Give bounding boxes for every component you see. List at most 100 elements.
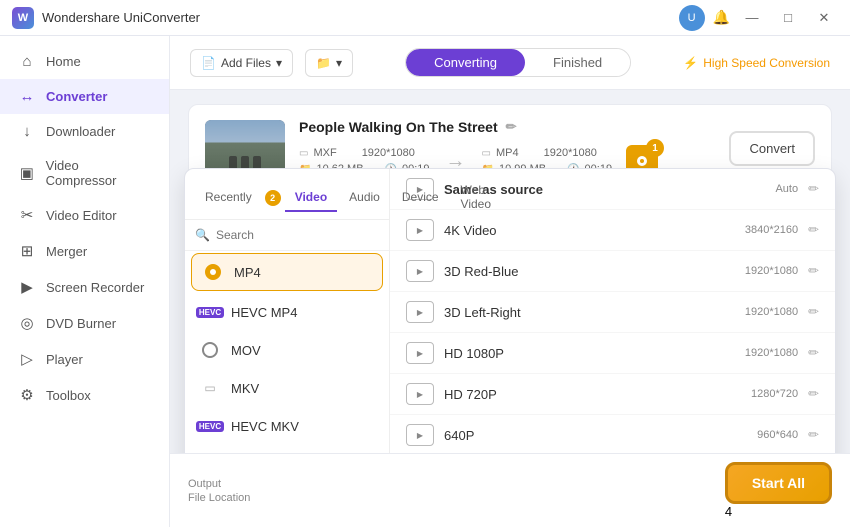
tab-web-video[interactable]: Web Video bbox=[451, 177, 501, 219]
quality-edit-hd-720p[interactable]: ✏ bbox=[808, 386, 819, 402]
sidebar-item-screen-recorder[interactable]: ▶ Screen Recorder bbox=[0, 269, 169, 305]
user-avatar[interactable]: U bbox=[679, 5, 705, 31]
quality-res-640p: 960*640 bbox=[757, 429, 798, 441]
quality-label-4k: 4K Video bbox=[444, 223, 745, 238]
file-location-text: File Location bbox=[188, 492, 250, 504]
video-title-row: People Walking On The Street ✏ bbox=[299, 119, 715, 135]
3d-left-right-icon: ▶ bbox=[406, 301, 434, 323]
tab-device[interactable]: Device bbox=[392, 184, 449, 212]
sidebar: ⌂ Home ↔ Converter ↓ Downloader ▣ Video … bbox=[0, 36, 170, 527]
start-all-button[interactable]: Start All bbox=[725, 462, 832, 504]
quality-edit-640p[interactable]: ✏ bbox=[808, 427, 819, 443]
format-left-panel: Recently 2 Video Audio Device Web Video … bbox=[185, 169, 390, 453]
sidebar-item-player[interactable]: ▷ Player bbox=[0, 341, 169, 377]
close-button[interactable]: ✕ bbox=[810, 7, 838, 29]
tab-finished[interactable]: Finished bbox=[525, 49, 630, 76]
bottom-bar: Output File Location Start All 4 bbox=[170, 453, 850, 527]
convert-button[interactable]: Convert bbox=[729, 131, 815, 166]
add-files-label: Add Files bbox=[221, 56, 271, 70]
minimize-button[interactable]: — bbox=[738, 7, 766, 29]
sidebar-item-home[interactable]: ⌂ Home bbox=[0, 44, 169, 79]
format-label-mp4: MP4 bbox=[234, 265, 261, 280]
add-folder-button[interactable]: 📁 ▾ bbox=[305, 49, 353, 77]
sidebar-label-downloader: Downloader bbox=[46, 124, 115, 139]
sidebar-label-player: Player bbox=[46, 352, 83, 367]
format-item-mkv[interactable]: ▭ MKV bbox=[185, 369, 389, 407]
sidebar-label-video-compressor: Video Compressor bbox=[46, 158, 151, 188]
hevc-mp4-icon: HEVC bbox=[199, 301, 221, 323]
sidebar-item-video-editor[interactable]: ✂ Video Editor bbox=[0, 197, 169, 233]
quality-res-hd-720p: 1280*720 bbox=[751, 388, 798, 400]
format-search-box: 🔍 bbox=[185, 220, 389, 251]
quality-edit-hd-1080p[interactable]: ✏ bbox=[808, 345, 819, 361]
quality-item-hd-720p[interactable]: ▶ HD 720P 1280*720 ✏ bbox=[390, 374, 835, 415]
source-format-row: ▭ MXF 1920*1080 bbox=[299, 147, 430, 159]
home-icon: ⌂ bbox=[18, 53, 36, 70]
app-icon: W bbox=[12, 7, 34, 29]
format-label-mov: MOV bbox=[231, 343, 261, 358]
hd-1080p-icon: ▶ bbox=[406, 342, 434, 364]
sidebar-item-toolbox[interactable]: ⚙ Toolbox bbox=[0, 377, 169, 413]
source-format: MXF bbox=[313, 147, 336, 159]
4k-icon: ▶ bbox=[406, 219, 434, 241]
recently-badge: 2 bbox=[265, 190, 281, 206]
quality-item-640p[interactable]: ▶ 640P 960*640 ✏ bbox=[390, 415, 835, 453]
format-item-mov[interactable]: MOV bbox=[185, 331, 389, 369]
converter-icon: ↔ bbox=[18, 88, 36, 105]
output-text: Output bbox=[188, 478, 221, 490]
add-files-icon: 📄 bbox=[201, 56, 216, 70]
quality-edit-3d-red-blue[interactable]: ✏ bbox=[808, 263, 819, 279]
quality-item-3d-left-right[interactable]: ▶ 3D Left-Right 1920*1080 ✏ bbox=[390, 292, 835, 333]
sidebar-item-downloader[interactable]: ↓ Downloader bbox=[0, 114, 169, 149]
sidebar-item-video-compressor[interactable]: ▣ Video Compressor bbox=[0, 149, 169, 197]
video-title-text: People Walking On The Street bbox=[299, 119, 498, 135]
quality-res-3d-left-right: 1920*1080 bbox=[745, 306, 798, 318]
merger-icon: ⊞ bbox=[18, 242, 36, 260]
quality-edit-3d-left-right[interactable]: ✏ bbox=[808, 304, 819, 320]
sidebar-item-merger[interactable]: ⊞ Merger bbox=[0, 233, 169, 269]
hd-720p-icon: ▶ bbox=[406, 383, 434, 405]
format-search-input[interactable] bbox=[216, 228, 379, 242]
quality-edit-same-as-source[interactable]: ✏ bbox=[808, 181, 819, 197]
mkv-icon: ▭ bbox=[199, 377, 221, 399]
quality-item-3d-red-blue[interactable]: ▶ 3D Red-Blue 1920*1080 ✏ bbox=[390, 251, 835, 292]
quality-edit-4k[interactable]: ✏ bbox=[808, 222, 819, 238]
output-label: Output bbox=[188, 478, 250, 490]
start-all-wrapper: Start All 4 bbox=[725, 462, 832, 519]
format-item-hevc-mkv[interactable]: HEVC HEVC MKV bbox=[185, 407, 389, 445]
tab-converting[interactable]: Converting bbox=[406, 49, 525, 76]
quality-label-3d-red-blue: 3D Red-Blue bbox=[444, 264, 745, 279]
format-item-hevc-mp4[interactable]: HEVC HEVC MP4 bbox=[185, 293, 389, 331]
high-speed-button[interactable]: ⚡ High Speed Conversion bbox=[683, 56, 830, 70]
quality-label-640p: 640P bbox=[444, 428, 757, 443]
format-item-mp4[interactable]: MP4 bbox=[191, 253, 383, 291]
player-icon: ▷ bbox=[18, 350, 36, 368]
lightning-icon: ⚡ bbox=[683, 56, 698, 70]
maximize-button[interactable]: □ bbox=[774, 7, 802, 29]
sidebar-label-merger: Merger bbox=[46, 244, 87, 259]
tab-audio[interactable]: Audio bbox=[339, 184, 390, 212]
main-layout: ⌂ Home ↔ Converter ↓ Downloader ▣ Video … bbox=[0, 36, 850, 527]
hevc-mkv-icon: HEVC bbox=[199, 415, 221, 437]
quality-label-3d-left-right: 3D Left-Right bbox=[444, 305, 745, 320]
sidebar-label-video-editor: Video Editor bbox=[46, 208, 117, 223]
notification-icon[interactable]: 🔔 bbox=[713, 9, 730, 26]
add-files-button[interactable]: 📄 Add Files ▾ bbox=[190, 49, 293, 77]
quality-item-hd-1080p[interactable]: ▶ HD 1080P 1920*1080 ✏ bbox=[390, 333, 835, 374]
target-resolution: 1920*1080 bbox=[544, 147, 597, 159]
quality-res-3d-red-blue: 1920*1080 bbox=[745, 265, 798, 277]
format-item-avi[interactable]: ▭ AVI bbox=[185, 445, 389, 453]
app-title: Wondershare UniConverter bbox=[42, 10, 200, 25]
sidebar-label-home: Home bbox=[46, 54, 81, 69]
sidebar-item-dvd-burner[interactable]: ◎ DVD Burner bbox=[0, 305, 169, 341]
tab-recently[interactable]: Recently bbox=[195, 184, 262, 212]
tab-video[interactable]: Video bbox=[285, 184, 337, 212]
sidebar-label-dvd-burner: DVD Burner bbox=[46, 316, 116, 331]
edit-title-icon[interactable]: ✏ bbox=[506, 119, 517, 135]
sidebar-label-screen-recorder: Screen Recorder bbox=[46, 280, 144, 295]
target-format-row: ▭ MP4 1920*1080 bbox=[482, 147, 613, 159]
sidebar-item-converter[interactable]: ↔ Converter bbox=[0, 79, 169, 114]
titlebar-right: U 🔔 — □ ✕ bbox=[679, 5, 838, 31]
add-folder-icon: 📁 bbox=[316, 56, 331, 70]
toolbox-icon: ⚙ bbox=[18, 386, 36, 404]
